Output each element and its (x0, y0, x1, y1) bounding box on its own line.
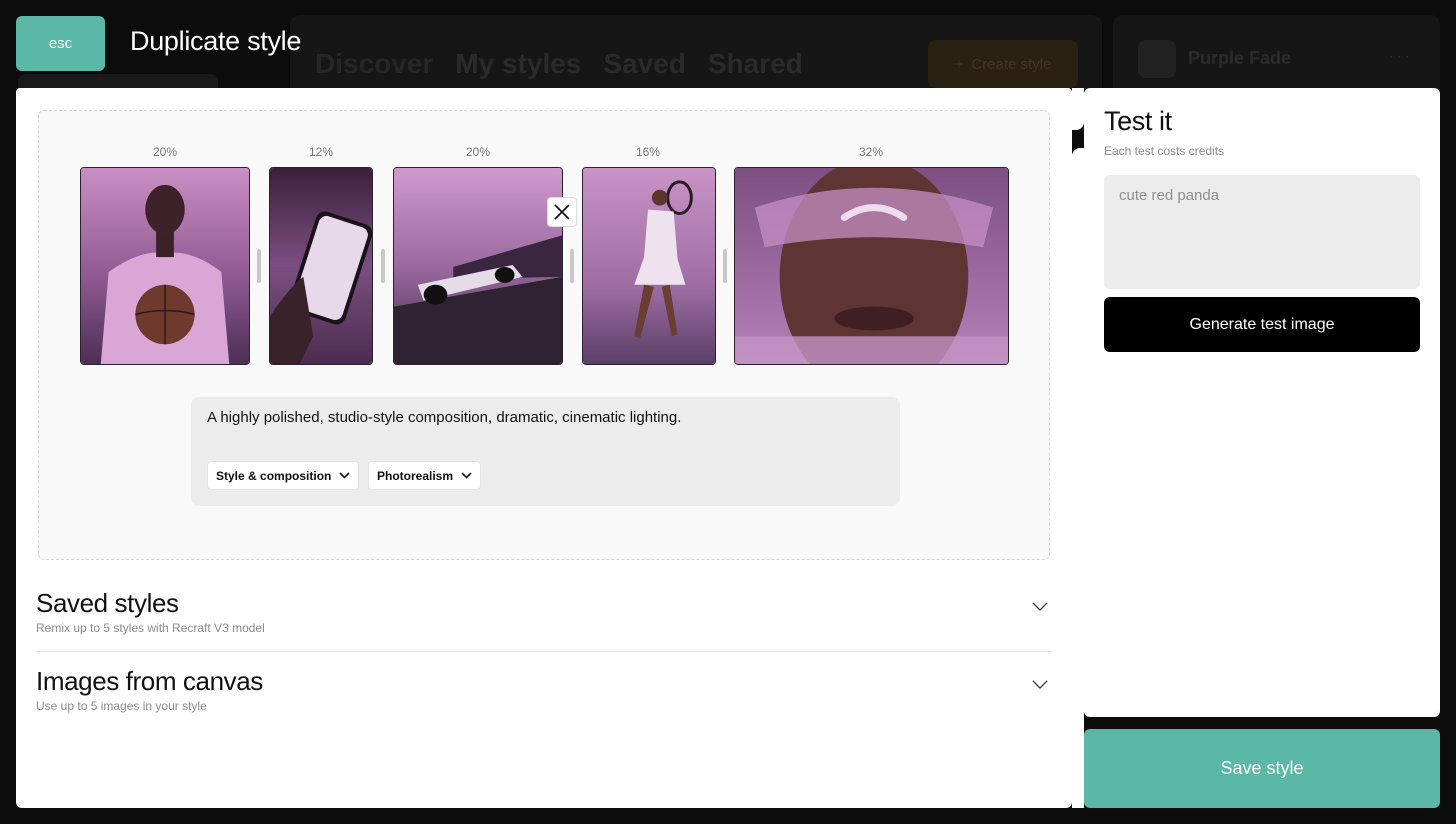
test-it-title: Test it (1104, 106, 1172, 136)
background-tab-my-styles: My styles (455, 48, 582, 79)
background-tabs: Discover My styles Saved Shared (315, 48, 803, 80)
test-prompt-input[interactable] (1104, 175, 1420, 289)
image-weight-label: 20% (465, 145, 491, 159)
panel-edge-lower (1072, 148, 1084, 808)
style-image-tennis-player[interactable] (582, 167, 716, 365)
saved-styles-section[interactable]: Saved styles Remix up to 5 styles with R… (36, 588, 1052, 635)
generate-test-image-button[interactable]: Generate test image (1104, 297, 1420, 352)
plus-icon: + (954, 55, 964, 73)
chip-label: Photorealism (377, 468, 454, 483)
resize-handle[interactable] (723, 249, 727, 283)
images-from-canvas-title: Images from canvas (36, 666, 263, 696)
style-prompt-text[interactable]: A highly polished, studio-style composit… (207, 409, 681, 426)
chevron-down-icon (461, 472, 472, 479)
section-divider (36, 651, 1052, 652)
panel-gap (1072, 130, 1084, 148)
style-image-hand-phone[interactable] (269, 167, 373, 365)
style-image-race-car[interactable] (393, 167, 563, 365)
image-weight-label: 16% (635, 145, 661, 159)
resize-handle[interactable] (570, 249, 574, 283)
photorealism-dropdown[interactable]: Photorealism (368, 461, 482, 490)
background-tab-shared: Shared (707, 48, 803, 79)
saved-styles-title: Saved styles (36, 588, 179, 618)
background-tab-saved: Saved (603, 48, 686, 79)
more-icon: ··· (1388, 46, 1412, 66)
image-weight-label: 32% (858, 145, 884, 159)
save-style-button[interactable]: Save style (1084, 729, 1440, 808)
panel-edge (1072, 88, 1084, 130)
style-image-basketball-player[interactable] (80, 167, 250, 365)
style-prompt-box[interactable]: A highly polished, studio-style composit… (191, 397, 900, 506)
image-weight-label: 20% (152, 145, 178, 159)
duplicate-style-panel: 20% 12% 20% 16% 32% A highly polished, s… (16, 88, 1072, 808)
chip-label: Style & composition (216, 468, 332, 483)
style-images-dropzone[interactable]: 20% 12% 20% 16% 32% A highly polished, s… (38, 110, 1050, 560)
resize-handle[interactable] (381, 249, 385, 283)
chevron-down-icon[interactable] (1032, 680, 1048, 690)
resize-handle[interactable] (257, 249, 261, 283)
background-style-name: Purple Fade (1188, 48, 1292, 68)
chevron-down-icon (339, 472, 350, 479)
chevron-down-icon[interactable] (1032, 602, 1048, 612)
style-image-face[interactable] (734, 167, 1009, 365)
images-from-canvas-section[interactable]: Images from canvas Use up to 5 images in… (36, 666, 1052, 713)
test-it-panel: Test it Each test costs credits Generate… (1084, 88, 1440, 717)
background-tab-discover: Discover (315, 48, 434, 79)
close-icon (554, 204, 570, 220)
background-create-style-button: + Create style (928, 40, 1078, 88)
background-style-thumbnail (1138, 40, 1176, 78)
image-weight-label: 12% (308, 145, 334, 159)
modal-title: Duplicate style (130, 26, 302, 56)
remove-image-button[interactable] (547, 197, 577, 227)
background-create-label: Create style (971, 55, 1052, 73)
images-from-canvas-subtitle: Use up to 5 images in your style (36, 699, 207, 713)
test-it-subtitle: Each test costs credits (1104, 144, 1225, 158)
style-composition-dropdown[interactable]: Style & composition (207, 461, 360, 490)
esc-button[interactable]: esc (16, 16, 105, 71)
saved-styles-subtitle: Remix up to 5 styles with Recraft V3 mod… (36, 621, 265, 635)
